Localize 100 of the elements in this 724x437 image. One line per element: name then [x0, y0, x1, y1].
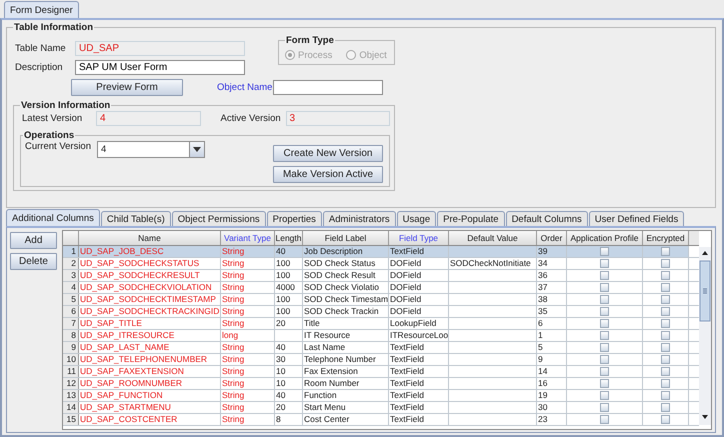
caret-icon	[193, 147, 201, 152]
checkbox[interactable]	[661, 367, 670, 376]
column-header[interactable]: Name	[79, 231, 221, 245]
table-cell: 23	[537, 414, 567, 425]
table-cell: SOD Check Timestam	[303, 294, 389, 305]
checkbox[interactable]	[661, 415, 670, 424]
table-cell: 30	[275, 354, 303, 365]
table-cell: ITResourceLoo	[389, 330, 449, 341]
tab[interactable]: Properties	[266, 211, 322, 226]
field-label: Table Name	[14, 43, 67, 54]
column-header[interactable]: Length	[275, 231, 303, 245]
tab[interactable]: User Defined Fields	[588, 211, 684, 226]
checkbox[interactable]	[600, 319, 609, 328]
checkbox[interactable]	[661, 403, 670, 412]
column-header[interactable]: Encrypted	[643, 231, 689, 245]
checkbox[interactable]	[600, 259, 609, 268]
row-number: 7	[63, 318, 79, 329]
checkbox[interactable]	[600, 403, 609, 412]
side-button[interactable]: Add	[10, 232, 57, 249]
tab[interactable]: Administrators	[322, 211, 396, 226]
table-cell: UD_SAP_ITRESOURCE	[79, 330, 221, 341]
table-cell: UD_SAP_STARTMENU	[79, 402, 221, 413]
group-title: Table Information	[13, 22, 94, 33]
preview-form-button[interactable]: Preview Form	[71, 79, 183, 96]
current-version-dropdown[interactable]: 4	[97, 141, 205, 158]
table-cell: UD_SAP_FUNCTION	[79, 390, 221, 401]
checkbox[interactable]	[661, 271, 670, 280]
table-cell: UD_SAP_SODCHECKTRACKINGID	[79, 306, 221, 317]
checkbox[interactable]	[661, 283, 670, 292]
form-designer-tab[interactable]: Form Designer	[4, 1, 79, 18]
table-cell: 37	[537, 282, 567, 293]
checkbox[interactable]	[600, 295, 609, 304]
table-cell: 20	[275, 402, 303, 413]
checkbox[interactable]	[661, 343, 670, 352]
checkbox[interactable]	[661, 319, 670, 328]
checkbox[interactable]	[600, 271, 609, 280]
tab[interactable]: Object Permissions	[172, 211, 266, 226]
vertical-scrollbar[interactable]	[699, 247, 711, 425]
checkbox[interactable]	[661, 355, 670, 364]
checkbox[interactable]	[661, 247, 670, 256]
table-cell: 10	[275, 378, 303, 389]
checkbox[interactable]	[661, 259, 670, 268]
field-label: Description	[14, 62, 64, 73]
table-cell: 20	[275, 318, 303, 329]
table-cell: DOField	[389, 294, 449, 305]
row-number: 2	[63, 258, 79, 269]
tab[interactable]: Pre-Populate	[437, 211, 505, 226]
side-button[interactable]: Delete	[10, 253, 57, 270]
checkbox[interactable]	[661, 295, 670, 304]
table-cell: String	[221, 414, 275, 425]
version-button[interactable]: Create New Version	[273, 145, 383, 162]
tab[interactable]: Default Columns	[506, 211, 588, 226]
tab[interactable]: Additional Columns	[6, 209, 100, 226]
object-name-field[interactable]	[273, 80, 383, 95]
table-cell: 39	[537, 246, 567, 257]
column-header[interactable]: Order	[537, 231, 567, 245]
checkbox[interactable]	[600, 331, 609, 340]
checkbox[interactable]	[600, 355, 609, 364]
table-cell: UD_SAP_SODCHECKVIOLATION	[79, 282, 221, 293]
checkbox[interactable]	[600, 307, 609, 316]
column-header[interactable]: Variant Type	[221, 231, 275, 245]
description-field[interactable]: SAP UM User Form	[75, 60, 245, 75]
version-button[interactable]: Make Version Active	[273, 166, 383, 183]
checkbox[interactable]	[600, 343, 609, 352]
checkbox[interactable]	[661, 307, 670, 316]
table-cell: 34	[537, 258, 567, 269]
checkbox[interactable]	[600, 379, 609, 388]
table-cell: Room Number	[303, 378, 389, 389]
table-cell: UD_SAP_SODCHECKSTATUS	[79, 258, 221, 269]
tab[interactable]: Usage	[396, 211, 436, 226]
checkbox[interactable]	[600, 415, 609, 424]
row-number: 3	[63, 270, 79, 281]
column-header[interactable]: Field Label	[303, 231, 389, 245]
table-cell: IT Resource	[303, 330, 389, 341]
checkbox[interactable]	[600, 391, 609, 400]
table-cell: 40	[275, 390, 303, 401]
table-cell: 30	[537, 402, 567, 413]
table-cell: UD_SAP_TITLE	[79, 318, 221, 329]
table-cell: String	[221, 390, 275, 401]
checkbox[interactable]	[661, 391, 670, 400]
table-cell: UD_SAP_FAXEXTENSION	[79, 366, 221, 377]
table-cell: String	[221, 402, 275, 413]
row-number: 11	[63, 366, 79, 377]
column-header[interactable]: Default Value	[449, 231, 537, 245]
checkbox[interactable]	[600, 367, 609, 376]
table-cell: 10	[275, 366, 303, 377]
object-name-label: Object Name	[216, 82, 273, 93]
checkbox[interactable]	[600, 283, 609, 292]
latest-version-field: 4	[96, 111, 200, 126]
checkbox[interactable]	[661, 379, 670, 388]
group-title: Operations	[23, 130, 76, 141]
table-cell: DOField	[389, 282, 449, 293]
table-cell: DOField	[389, 270, 449, 281]
field-label: Active Version	[220, 113, 282, 124]
column-header[interactable]: Application Profile	[567, 231, 643, 245]
column-header[interactable]: Field Type	[389, 231, 449, 245]
checkbox[interactable]	[600, 247, 609, 256]
group-title: Form Type	[285, 35, 335, 46]
tab[interactable]: Child Table(s)	[100, 211, 171, 226]
checkbox[interactable]	[661, 331, 670, 340]
